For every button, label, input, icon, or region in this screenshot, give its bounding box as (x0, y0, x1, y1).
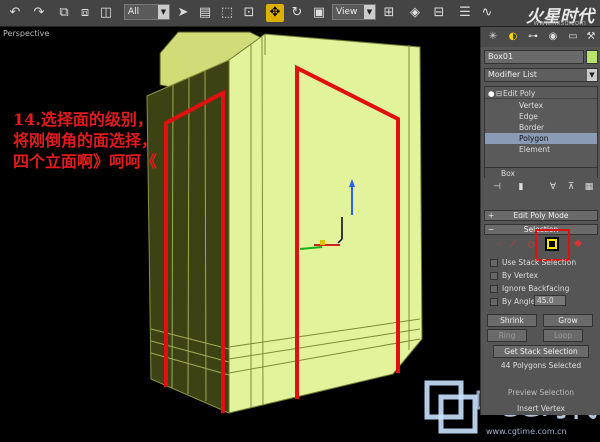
remove-modifier-icon[interactable]: ⊼ (564, 180, 578, 194)
logo-url: www.hxsd.com (533, 19, 586, 27)
layer-icon[interactable]: ☰ (456, 4, 474, 22)
stack-label-element: Element (519, 145, 551, 154)
insert-vertex-button[interactable]: Insert Vertex (484, 403, 598, 414)
stack-item-polygon[interactable]: Polygon (485, 133, 597, 144)
label-by-angle: By Angle: (502, 297, 538, 306)
ignore-backfacing-checkbox[interactable]: Ignore Backfacing (490, 283, 600, 294)
chevron-down-icon: ▼ (364, 5, 375, 19)
object-name-field[interactable]: Box01 (484, 50, 584, 64)
chevron-down-icon: ▼ (587, 69, 597, 81)
unlink-icon[interactable]: ⧈ (76, 4, 94, 22)
stack-label-edge: Edge (519, 112, 538, 121)
redo-icon[interactable]: ↷ (30, 4, 48, 22)
by-vertex-checkbox[interactable]: By Vertex (490, 270, 600, 281)
loop-button[interactable]: Loop (543, 329, 583, 342)
use-stack-selection-checkbox[interactable]: Use Stack Selection (490, 257, 600, 268)
pivot-icon[interactable]: ⊞ (380, 4, 398, 22)
modifier-list-dropdown[interactable]: Modifier List ▼ (484, 68, 598, 82)
main-toolbar: ↶ ↷ ⧉ ⧈ ◫ All ▼ ➤ ▤ ⬚ ⊡ ✥ ↻ ▣ View ▼ ⊞ ◈… (0, 0, 600, 27)
tab-modify-icon[interactable]: ◐ (505, 30, 521, 44)
align-icon[interactable]: ⊟ (430, 4, 448, 22)
stack-item-vertex[interactable]: Vertex (485, 100, 597, 111)
select-by-name-icon[interactable]: ▤ (196, 4, 214, 22)
box-model (146, 31, 423, 414)
watermark-url: www.cgtime.com.cn (486, 427, 567, 436)
select-icon[interactable]: ➤ (174, 4, 192, 22)
tab-create-icon[interactable]: ✳ (485, 30, 501, 44)
selection-filter-dropdown[interactable]: All ▼ (124, 4, 170, 20)
tab-display-icon[interactable]: ▭ (565, 30, 581, 44)
panel-tabs: ✳ ◐ ⊶ ◉ ▭ ⚒ (481, 27, 600, 47)
stack-label-box: Box (501, 169, 515, 178)
stack-item-element[interactable]: Element (485, 144, 597, 155)
pin-stack-icon[interactable]: ⊣ (490, 180, 504, 194)
checkbox-icon[interactable] (490, 298, 498, 306)
reference-coord-value: View (336, 7, 358, 17)
tab-utilities-icon[interactable]: ⚒ (583, 30, 599, 44)
expand-icon: + (488, 211, 495, 220)
checkbox-icon[interactable] (490, 259, 498, 267)
preview-selection-label: Preview Selection (507, 388, 575, 397)
stack-item-box[interactable]: Box (485, 167, 597, 178)
stack-label-vertex: Vertex (519, 101, 544, 110)
shrink-button[interactable]: Shrink (487, 314, 537, 327)
modifier-list-label: Modifier List (488, 70, 537, 79)
rect-region-icon[interactable]: ⬚ (218, 4, 236, 22)
mirror-icon[interactable]: ◈ (406, 4, 424, 22)
grow-button[interactable]: Grow (543, 314, 593, 327)
collapse-icon: − (488, 225, 495, 234)
undo-icon[interactable]: ↶ (6, 4, 24, 22)
by-angle-spinner[interactable]: 45.0 (534, 295, 566, 306)
stack-item-edit-poly[interactable]: ● ⊟ Edit Poly (485, 88, 597, 99)
tutorial-note: 14.选择面的级别，将刚倒角的面选择，四个立面啊》呵呵《 (13, 110, 158, 171)
get-stack-selection-button[interactable]: Get Stack Selection (493, 345, 589, 358)
tab-motion-icon[interactable]: ◉ (545, 30, 561, 44)
site-logo: 火星时代 www.hxsd.com (500, 0, 600, 27)
stack-item-border[interactable]: Border (485, 122, 597, 133)
element-level-icon[interactable]: ◆ (571, 237, 585, 251)
selection-filter-value: All (128, 7, 140, 17)
edge-level-icon[interactable]: ⟋ (506, 238, 520, 252)
stack-label-border: Border (519, 123, 545, 132)
label-by-vertex: By Vertex (502, 271, 539, 280)
scale-icon[interactable]: ▣ (310, 4, 328, 22)
make-unique-icon[interactable]: ∀ (546, 180, 560, 194)
object-color-swatch[interactable] (586, 50, 598, 64)
perspective-viewport[interactable]: Perspective 14.选择面的级别，将刚倒角的面选择，四个立面啊》呵呵《… (0, 27, 598, 436)
rollout-label-mode: Edit Poly Mode (513, 211, 569, 220)
rollout-edit-poly-mode[interactable]: + Edit Poly Mode (484, 210, 598, 221)
chevron-down-icon: ▼ (158, 5, 169, 19)
reference-coord-dropdown[interactable]: View ▼ (332, 4, 376, 20)
ring-button[interactable]: Ring (487, 329, 527, 342)
move-icon[interactable]: ✥ (266, 4, 284, 22)
bind-icon[interactable]: ◫ (97, 4, 115, 22)
lightbulb-icon[interactable]: ● (488, 88, 495, 99)
collapse-icon[interactable]: ⊟ (496, 88, 502, 99)
stack-label-polygon: Polygon (519, 134, 549, 143)
command-panel: ✳ ◐ ⊶ ◉ ▭ ⚒ Box01 Modifier List ▼ ● ⊟ Ed… (480, 27, 600, 415)
curve-editor-icon[interactable]: ∿ (478, 4, 496, 22)
stack-label-edit-poly: Edit Poly (503, 89, 536, 98)
label-use-stack: Use Stack Selection (502, 258, 577, 267)
selection-status: 44 Polygons Selected (500, 361, 582, 370)
stack-buttons: ⊣ ▮ ∀ ⊼ ▦ (484, 178, 598, 196)
link-icon[interactable]: ⧉ (55, 4, 73, 22)
label-ignore-backfacing: Ignore Backfacing (502, 284, 570, 293)
stack-item-edge[interactable]: Edge (485, 111, 597, 122)
modifier-stack[interactable]: ● ⊟ Edit Poly Vertex Edge Border Polygon… (484, 86, 598, 178)
window-crossing-icon[interactable]: ⊡ (240, 4, 258, 22)
rotate-icon[interactable]: ↻ (288, 4, 306, 22)
vertex-level-icon[interactable]: ⁖ (492, 238, 506, 252)
tab-hierarchy-icon[interactable]: ⊶ (525, 30, 541, 44)
configure-sets-icon[interactable]: ▦ (582, 180, 596, 194)
checkbox-icon[interactable] (490, 272, 498, 280)
checkbox-icon[interactable] (490, 285, 498, 293)
show-end-result-icon[interactable]: ▮ (514, 180, 528, 194)
